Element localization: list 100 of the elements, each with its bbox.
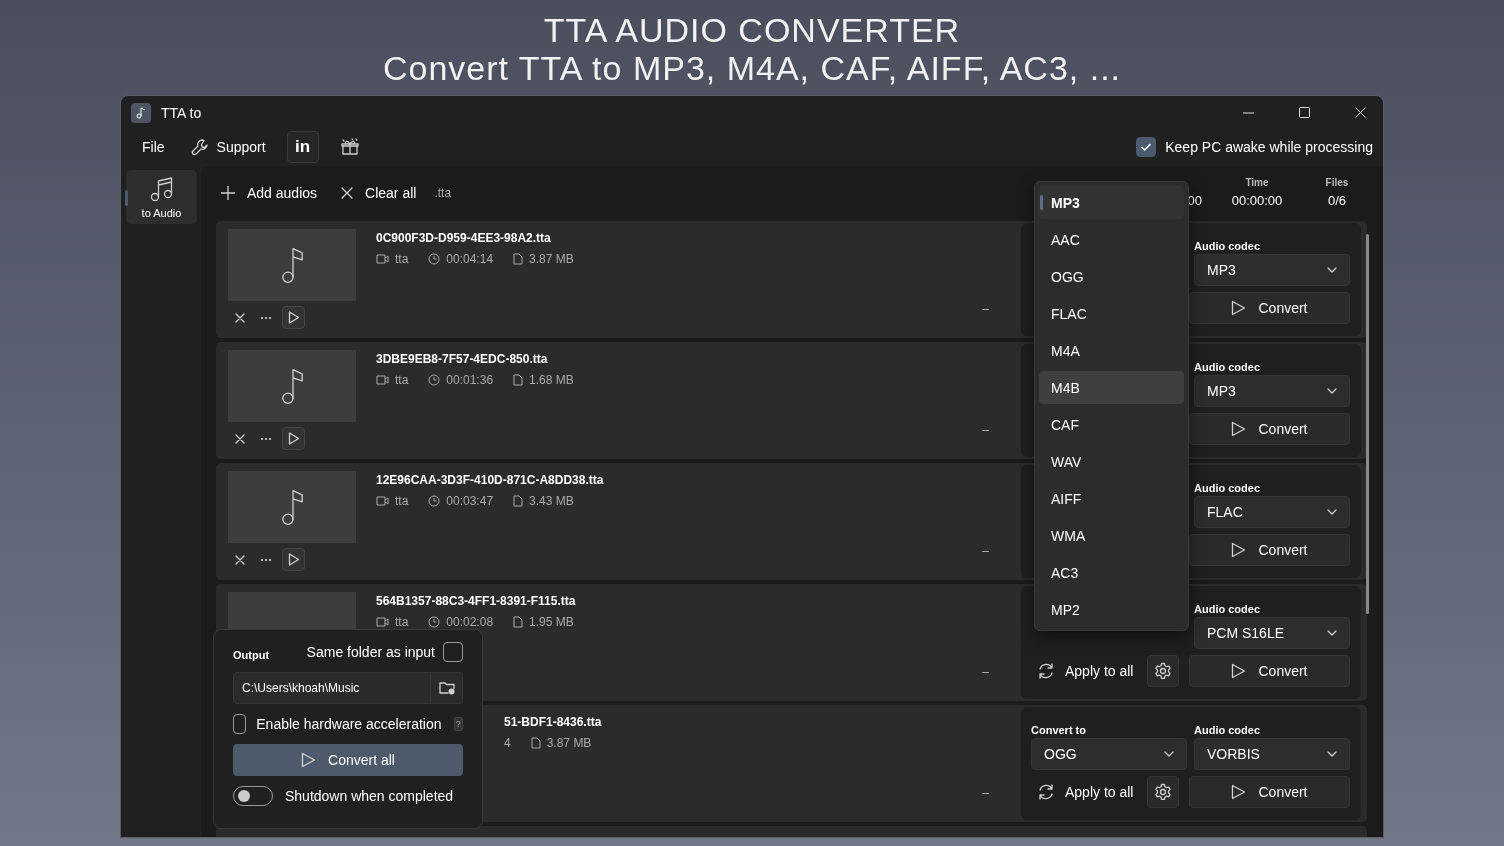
keep-awake-label: Keep PC awake while processing <box>1165 138 1373 155</box>
play-button[interactable] <box>282 548 305 571</box>
play-icon <box>1231 421 1247 437</box>
file-name: 564B1357-88C3-4FF1-8391-F115.tta <box>376 594 577 608</box>
settings-button[interactable] <box>1147 655 1180 687</box>
format-option[interactable]: WMA <box>1039 519 1184 552</box>
help-button[interactable]: ? <box>453 717 463 731</box>
play-icon <box>287 553 300 566</box>
music-note-icon <box>136 106 146 119</box>
play-icon <box>1231 542 1247 558</box>
clock-icon <box>428 495 441 507</box>
format-option[interactable]: MP2 <box>1039 593 1184 626</box>
codec-dropdown[interactable]: VORBIS <box>1194 738 1350 770</box>
clock-icon <box>428 374 441 386</box>
file-format: tta <box>395 373 409 387</box>
play-icon <box>1231 300 1247 316</box>
window-title: TTA to <box>161 104 203 121</box>
browse-folder-button[interactable] <box>431 672 463 704</box>
file-menu[interactable]: File <box>131 132 176 161</box>
progress-status: – <box>982 544 990 560</box>
same-folder-checkbox[interactable] <box>443 642 463 662</box>
more-icon <box>260 315 272 320</box>
apply-to-all-button[interactable]: Apply to all <box>1031 662 1134 680</box>
audio-codec-label: Audio codec <box>1194 361 1261 373</box>
format-option[interactable]: AAC <box>1039 223 1184 256</box>
shutdown-label: Shutdown when completed <box>285 788 454 804</box>
hardware-acceleration-checkbox[interactable] <box>233 714 247 734</box>
settings-button[interactable] <box>1147 776 1180 808</box>
support-menu[interactable]: Support <box>179 131 277 162</box>
format-option[interactable]: MP3 <box>1039 186 1184 219</box>
format-option[interactable]: WAV <box>1039 445 1184 478</box>
maximize-icon <box>1298 107 1310 118</box>
file-format: tta <box>395 615 409 629</box>
stat-value: 00:00:00 <box>1231 193 1283 208</box>
format-option[interactable]: CAF <box>1039 408 1184 441</box>
convert-button[interactable]: Convert <box>1189 534 1350 566</box>
file-icon <box>513 495 524 507</box>
music-note-icon <box>281 368 303 404</box>
convert-to-label: Convert to <box>1031 724 1087 736</box>
file-size: 1.95 MB <box>529 615 574 629</box>
file-duration: 00:03:47 <box>446 494 494 508</box>
apply-to-all-button[interactable]: Apply to all <box>1031 783 1134 801</box>
scrollbar[interactable] <box>1366 234 1369 614</box>
format-option[interactable]: M4B <box>1039 371 1184 404</box>
video-icon <box>376 496 389 506</box>
music-note-icon <box>281 489 303 525</box>
codec-dropdown[interactable]: MP3 <box>1194 254 1350 286</box>
video-icon <box>376 375 389 385</box>
file-size: 1.68 MB <box>529 373 574 387</box>
chevron-down-icon <box>1327 509 1337 515</box>
stat-label: Time <box>1245 177 1269 189</box>
format-dropdown[interactable]: OGG <box>1031 738 1187 770</box>
format-option[interactable]: OGG <box>1039 260 1184 293</box>
file-duration: 4 <box>504 736 511 750</box>
keep-awake-checkbox[interactable] <box>1136 136 1157 157</box>
video-icon <box>376 617 389 627</box>
convert-button[interactable]: Convert <box>1189 413 1350 445</box>
file-icon <box>513 374 524 386</box>
convert-button[interactable]: Convert <box>1189 655 1350 687</box>
audio-codec-label: Audio codec <box>1194 603 1261 615</box>
close-icon <box>235 312 245 323</box>
stat-label: Files <box>1325 177 1349 189</box>
file-icon <box>513 253 524 265</box>
codec-dropdown[interactable]: MP3 <box>1194 375 1350 407</box>
clock-icon <box>428 616 441 628</box>
file-duration: 00:04:14 <box>446 252 494 266</box>
output-label: Output <box>233 648 271 661</box>
extension-label: .tta <box>434 185 452 200</box>
file-icon <box>530 737 541 749</box>
file-name: 51-BDF1-8436.tta <box>504 715 603 729</box>
minimize-icon <box>1242 111 1254 114</box>
codec-dropdown[interactable]: FLAC <box>1194 496 1350 528</box>
format-option[interactable]: AIFF <box>1039 482 1184 515</box>
music-notes-icon <box>149 175 174 202</box>
format-option[interactable]: FLAC <box>1039 297 1184 330</box>
nav-item[interactable]: to Audio <box>126 170 197 224</box>
convert-all-button[interactable]: Convert all <box>233 744 463 776</box>
format-option[interactable]: M4A <box>1039 334 1184 367</box>
play-icon <box>1231 784 1247 800</box>
clear-all-button[interactable]: Clear all <box>329 178 429 207</box>
output-path-field[interactable]: C:\Users\khoah\Music <box>233 672 431 704</box>
progress-status: – <box>982 786 990 802</box>
close-icon <box>235 554 245 565</box>
file-size: 3.87 MB <box>529 252 574 266</box>
format-option[interactable]: AC3 <box>1039 556 1184 589</box>
chevron-down-icon <box>1327 630 1337 636</box>
close-icon <box>341 186 354 199</box>
file-duration: 00:01:36 <box>446 373 494 387</box>
codec-dropdown[interactable]: PCM S16LE <box>1194 617 1350 649</box>
sync-icon <box>1037 662 1055 680</box>
convert-button[interactable]: Convert <box>1189 292 1350 324</box>
social-link-button[interactable]: in <box>286 130 319 163</box>
convert-button[interactable]: Convert <box>1189 776 1350 808</box>
banner-title: TTA AUDIO CONVERTER <box>543 11 961 49</box>
checkmark-icon <box>1140 141 1153 152</box>
play-button[interactable] <box>282 306 305 329</box>
progress-status: – <box>982 423 990 439</box>
add-audios-button[interactable]: Add audios <box>209 178 330 207</box>
play-button[interactable] <box>282 427 305 450</box>
sync-icon <box>1037 783 1055 801</box>
